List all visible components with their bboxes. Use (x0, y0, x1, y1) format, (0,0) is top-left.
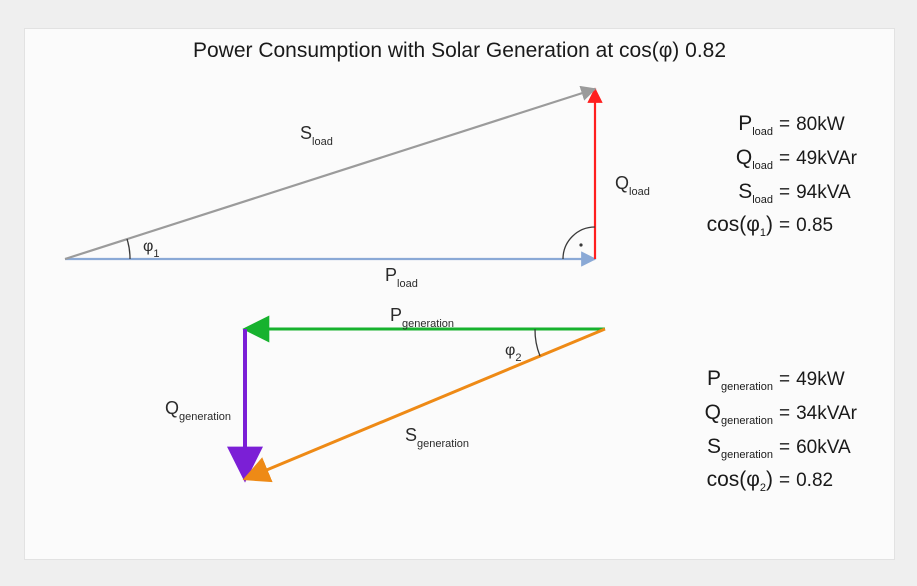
generation-values-block: Pgeneration = 49kW Qgeneration = 34kVAr … (681, 359, 876, 502)
right-angle-dot (579, 243, 582, 246)
phi1-label: φ1 (143, 238, 160, 260)
s-generation-label: Sgeneration (405, 425, 469, 450)
p-load-value-row: Pload = 80kW (681, 112, 876, 138)
p-generation-value-row: Pgeneration = 49kW (681, 367, 876, 393)
s-load-vector (65, 89, 595, 259)
cosphi2-value-row: cos(φ2) = 0.82 (681, 468, 876, 494)
q-generation-value-row: Qgeneration = 34kVAr (681, 401, 876, 427)
s-load-value-row: Sload = 94kVA (681, 180, 876, 206)
diagram-frame: Power Consumption with Solar Generation … (24, 28, 895, 560)
phi2-arc (535, 329, 540, 356)
phi2-label: φ2 (505, 342, 522, 364)
load-values-block: Pload = 80kW Qload = 49kVAr Sload = 94kV… (681, 104, 876, 247)
q-generation-label: Qgeneration (165, 398, 231, 423)
q-load-label: Qload (615, 173, 650, 198)
s-load-label: Sload (300, 123, 333, 148)
p-generation-label: Pgeneration (390, 305, 454, 330)
q-load-value-row: Qload = 49kVAr (681, 146, 876, 172)
right-angle-load (563, 227, 595, 259)
phi1-arc (127, 239, 130, 259)
cosphi1-value-row: cos(φ1) = 0.85 (681, 213, 876, 239)
s-generation-vector (245, 329, 605, 479)
p-load-label: Pload (385, 265, 418, 290)
s-generation-value-row: Sgeneration = 60kVA (681, 435, 876, 461)
